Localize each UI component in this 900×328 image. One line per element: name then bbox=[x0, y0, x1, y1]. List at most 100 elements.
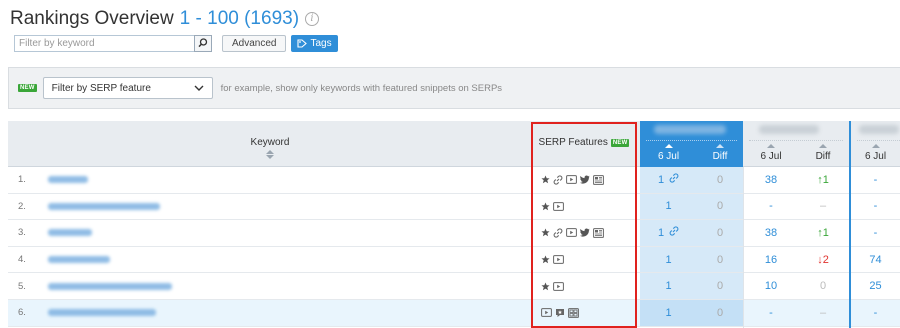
domain-name-redacted bbox=[654, 125, 726, 134]
video-icon[interactable] bbox=[566, 175, 577, 185]
diff-cell: – bbox=[819, 200, 827, 213]
star-icon[interactable] bbox=[541, 228, 550, 237]
keyword-link[interactable] bbox=[48, 247, 528, 273]
serp-filter-bar: NEW Filter by SERP feature for example, … bbox=[8, 67, 900, 109]
domain-1-date-header[interactable]: 6 Jul bbox=[640, 143, 697, 162]
position-cell[interactable]: - bbox=[851, 300, 900, 326]
video-icon[interactable] bbox=[553, 281, 564, 291]
diff-cell: 0 bbox=[819, 280, 827, 293]
new-badge: NEW bbox=[18, 84, 37, 92]
row-number: 2. bbox=[18, 200, 26, 212]
link-icon[interactable] bbox=[553, 228, 563, 238]
video-icon[interactable] bbox=[553, 255, 564, 264]
table-row: 5. 1 0 10 0 25 bbox=[8, 273, 900, 300]
link-icon[interactable] bbox=[664, 226, 679, 239]
rankings-count[interactable]: 1 - 100 (1693) bbox=[180, 8, 299, 30]
domain-column-3: 6 Jul bbox=[849, 121, 900, 167]
filter-toolbar: Filter by keyword Advanced Tags bbox=[14, 34, 338, 52]
domain-2-date-header[interactable]: 6 Jul bbox=[745, 143, 797, 162]
review-icon[interactable] bbox=[555, 308, 565, 318]
keyword-link[interactable] bbox=[48, 300, 528, 326]
info-icon[interactable]: i bbox=[305, 12, 320, 26]
rankings-table: Keyword SERP Features NEW 6 Jul Diff 6 J… bbox=[8, 121, 900, 328]
position-cell[interactable]: 1 bbox=[640, 193, 697, 220]
table-row: 6. 1 0 - – - bbox=[8, 299, 900, 327]
domain-2-date-label: 6 Jul bbox=[760, 151, 782, 162]
table-header: Keyword SERP Features NEW 6 Jul Diff 6 J… bbox=[8, 121, 900, 167]
position-cell[interactable]: 38 bbox=[745, 220, 797, 246]
serp-features-cell bbox=[532, 247, 636, 273]
position-cell[interactable]: - bbox=[851, 194, 900, 220]
keyword-link[interactable] bbox=[48, 167, 528, 193]
new-badge: NEW bbox=[610, 139, 630, 147]
domain-1-date-label: 6 Jul bbox=[657, 151, 680, 162]
tag-icon bbox=[297, 38, 308, 48]
row-number: 3. bbox=[18, 227, 26, 239]
keyword-column-header[interactable]: Keyword bbox=[8, 121, 532, 167]
domain-column-2: 6 Jul Diff bbox=[743, 121, 849, 167]
news-icon[interactable] bbox=[593, 174, 604, 185]
position-cell[interactable]: 74 bbox=[851, 247, 900, 273]
link-icon[interactable] bbox=[553, 175, 563, 185]
serp-filter-hint: for example, show only keywords with fea… bbox=[220, 82, 503, 94]
link-icon[interactable] bbox=[664, 173, 679, 186]
keyword-link[interactable] bbox=[48, 194, 528, 220]
advanced-button[interactable]: Advanced bbox=[222, 34, 287, 52]
position-cell[interactable]: - bbox=[851, 167, 900, 193]
star-icon[interactable] bbox=[541, 175, 550, 184]
position-cell[interactable]: 1 bbox=[640, 220, 697, 246]
video-icon[interactable] bbox=[553, 201, 564, 211]
position-cell[interactable]: 1 bbox=[640, 246, 697, 273]
diff-cell: 0 bbox=[697, 193, 743, 220]
serp-features-cell bbox=[532, 300, 636, 326]
diff-cell: 0 bbox=[697, 220, 743, 246]
star-icon[interactable] bbox=[541, 255, 550, 264]
position-cell[interactable]: 38 bbox=[745, 167, 797, 193]
position-cell[interactable]: 10 bbox=[745, 273, 797, 299]
serp-features-column-header: SERP Features NEW bbox=[532, 121, 636, 167]
tags-button[interactable]: Tags bbox=[291, 34, 338, 52]
keyword-link[interactable] bbox=[48, 273, 528, 299]
serp-feature-select[interactable]: Filter by SERP feature bbox=[42, 77, 213, 99]
sort-icon[interactable] bbox=[266, 150, 274, 159]
domain-1-diff-header[interactable]: Diff bbox=[697, 143, 743, 162]
video-icon[interactable] bbox=[566, 228, 577, 238]
twitter-icon[interactable] bbox=[580, 175, 590, 184]
domain-3-date-header[interactable]: 6 Jul bbox=[851, 143, 900, 162]
row-number: 4. bbox=[18, 254, 26, 266]
serp-feature-select-label: Filter by SERP feature bbox=[51, 82, 151, 94]
row-number: 1. bbox=[18, 174, 26, 186]
keyword-link[interactable] bbox=[48, 220, 528, 246]
position-cell[interactable]: 1 bbox=[640, 299, 697, 326]
keyword-filter-input[interactable]: Filter by keyword bbox=[14, 34, 194, 52]
star-icon[interactable] bbox=[541, 202, 550, 211]
position-cell[interactable]: 1 bbox=[640, 273, 697, 299]
image-icon[interactable] bbox=[568, 307, 579, 318]
position-cell[interactable]: 25 bbox=[851, 273, 900, 299]
diff-cell: 0 bbox=[697, 299, 743, 326]
position-cell[interactable]: - bbox=[745, 300, 797, 326]
table-row: 4. 1 0 16 ↓2 74 bbox=[8, 246, 900, 274]
domain-2-diff-header[interactable]: Diff bbox=[797, 143, 849, 162]
position-value: 1 bbox=[665, 200, 672, 213]
diff-cell: 0 bbox=[697, 246, 743, 273]
domain-1-diff-label: Diff bbox=[712, 151, 728, 162]
search-icon bbox=[198, 38, 208, 48]
video-icon[interactable] bbox=[541, 308, 552, 318]
page-header: Rankings Overview 1 - 100 (1693) i bbox=[10, 6, 320, 32]
position-cell[interactable]: 1 bbox=[640, 167, 697, 193]
search-button[interactable] bbox=[194, 34, 212, 52]
twitter-icon[interactable] bbox=[580, 228, 590, 238]
row-number: 6. bbox=[18, 307, 26, 319]
star-icon[interactable] bbox=[541, 282, 550, 291]
table-row: 1. 1 0 38 ↑1 - bbox=[8, 167, 900, 194]
position-cell[interactable]: - bbox=[851, 220, 900, 246]
serp-features-cell bbox=[532, 220, 636, 246]
position-cell[interactable]: 16 bbox=[745, 247, 797, 273]
table-row: 2. 1 0 - – - bbox=[8, 193, 900, 221]
domain-column-1: 6 Jul Diff bbox=[640, 121, 743, 167]
page-title: Rankings Overview bbox=[10, 8, 174, 29]
news-icon[interactable] bbox=[593, 228, 604, 238]
diff-cell: ↓2 bbox=[817, 253, 829, 266]
position-cell[interactable]: - bbox=[745, 194, 797, 220]
